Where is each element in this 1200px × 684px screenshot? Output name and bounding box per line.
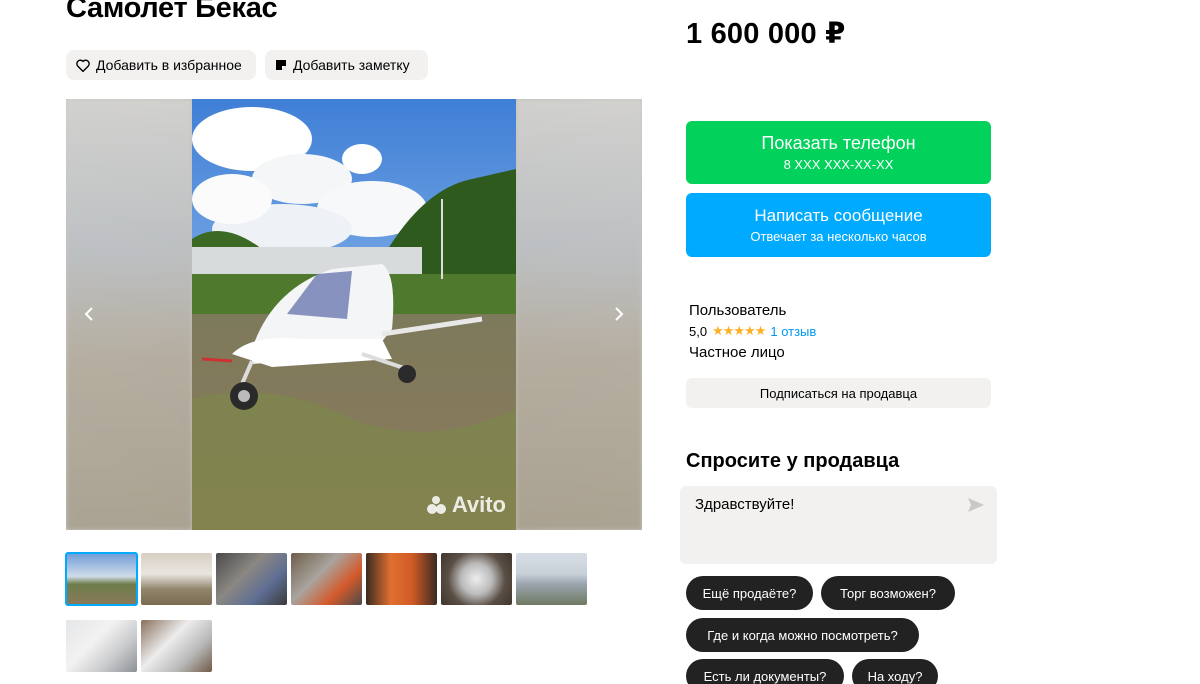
add-to-favorites-button[interactable]: Добавить в избранное <box>66 50 256 80</box>
thumbnail-1[interactable] <box>65 552 138 606</box>
reviews-link[interactable]: 1 отзыв <box>770 324 816 339</box>
thumbnail-2[interactable] <box>141 553 212 605</box>
rating-value: 5,0 <box>689 323 708 339</box>
add-to-favorites-label: Добавить в избранное <box>96 57 242 73</box>
avito-logo-icon <box>426 496 446 514</box>
message-input[interactable]: Здравствуйте! <box>680 486 997 564</box>
chevron-right-icon <box>615 307 624 321</box>
seller-rating: 5,0 ★★★★★ 1 отзыв <box>689 323 816 339</box>
thumbnail-4[interactable] <box>291 553 362 605</box>
quick-question-chip[interactable]: Торг возможен? <box>821 576 955 610</box>
response-time: Отвечает за несколько часов <box>750 229 927 244</box>
watermark: Avito <box>426 492 506 518</box>
subscribe-seller-button[interactable]: Подписаться на продавца <box>686 378 991 408</box>
show-phone-button[interactable]: Показать телефон 8 XXX XXX-XX-XX <box>686 121 991 184</box>
rating-stars: ★★★★★ <box>712 323 766 338</box>
note-icon <box>276 60 286 70</box>
add-note-label: Добавить заметку <box>293 57 410 73</box>
thumbnail-9[interactable] <box>141 620 212 672</box>
thumbnail-7[interactable] <box>516 553 587 605</box>
phone-mask: 8 XXX XXX-XX-XX <box>783 157 894 172</box>
quick-question-chip[interactable]: Ещё продаёте? <box>686 576 813 610</box>
write-message-button[interactable]: Написать сообщение Отвечает за несколько… <box>686 193 991 257</box>
quick-question-chip[interactable]: На ходу? <box>852 659 938 684</box>
thumbnail-6[interactable] <box>441 553 512 605</box>
write-message-label: Написать сообщение <box>754 206 923 225</box>
thumbnail-8[interactable] <box>66 620 137 672</box>
photo-gallery[interactable]: Avito <box>66 99 642 530</box>
previous-photo-button[interactable] <box>74 299 104 329</box>
aircraft-photo <box>192 99 516 530</box>
thumbnail-3[interactable] <box>216 553 287 605</box>
ask-seller-heading: Спросите у продавца <box>686 450 900 472</box>
thumbnail-5[interactable] <box>366 553 437 605</box>
add-note-button[interactable]: Добавить заметку <box>265 50 428 80</box>
send-icon[interactable] <box>967 497 985 513</box>
watermark-text: Avito <box>451 492 506 517</box>
quick-question-chip[interactable]: Где и когда можно посмотреть? <box>686 618 919 652</box>
seller-name[interactable]: Пользователь <box>689 302 786 319</box>
next-photo-button[interactable] <box>604 299 634 329</box>
listing-price: 1 600 000 ₽ <box>686 18 846 50</box>
show-phone-label: Показать телефон <box>761 133 916 153</box>
page-title: Самолет Бекас <box>66 0 278 24</box>
quick-question-chip[interactable]: Есть ли документы? <box>686 659 844 684</box>
seller-type: Частное лицо <box>689 344 785 361</box>
chevron-left-icon <box>84 307 93 321</box>
heart-icon <box>76 59 90 72</box>
